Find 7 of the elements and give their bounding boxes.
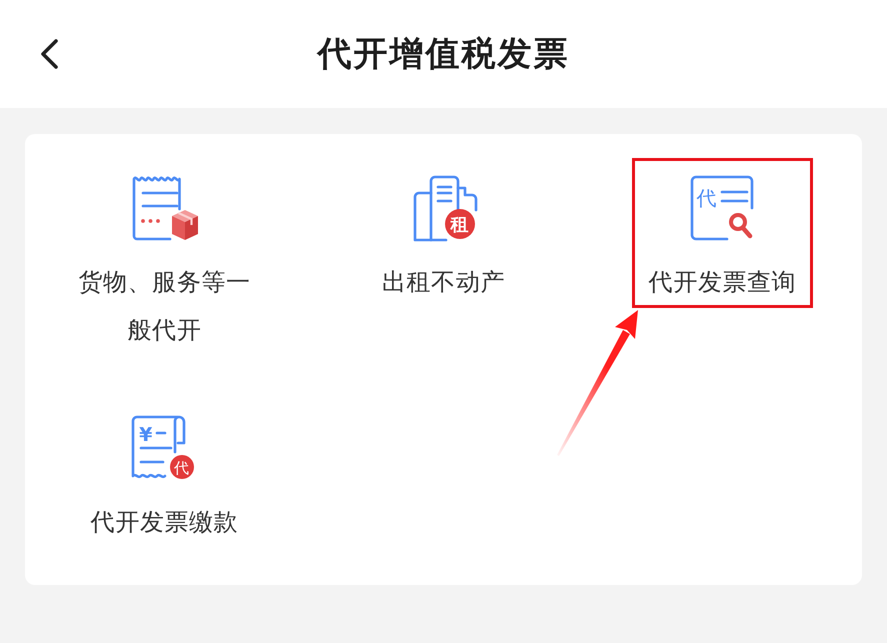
service-item[interactable]: ¥ 代 代开发票缴款 [90, 412, 238, 546]
service-item[interactable]: 租 出租不动产 [382, 172, 505, 306]
page-title: 代开增值税发票 [318, 33, 570, 76]
back-icon [40, 39, 58, 69]
back-button[interactable] [38, 37, 60, 71]
service-item[interactable]: 代 代开发票查询 [648, 172, 796, 306]
service-item[interactable]: 货物、服务等一般代开 [76, 172, 254, 354]
